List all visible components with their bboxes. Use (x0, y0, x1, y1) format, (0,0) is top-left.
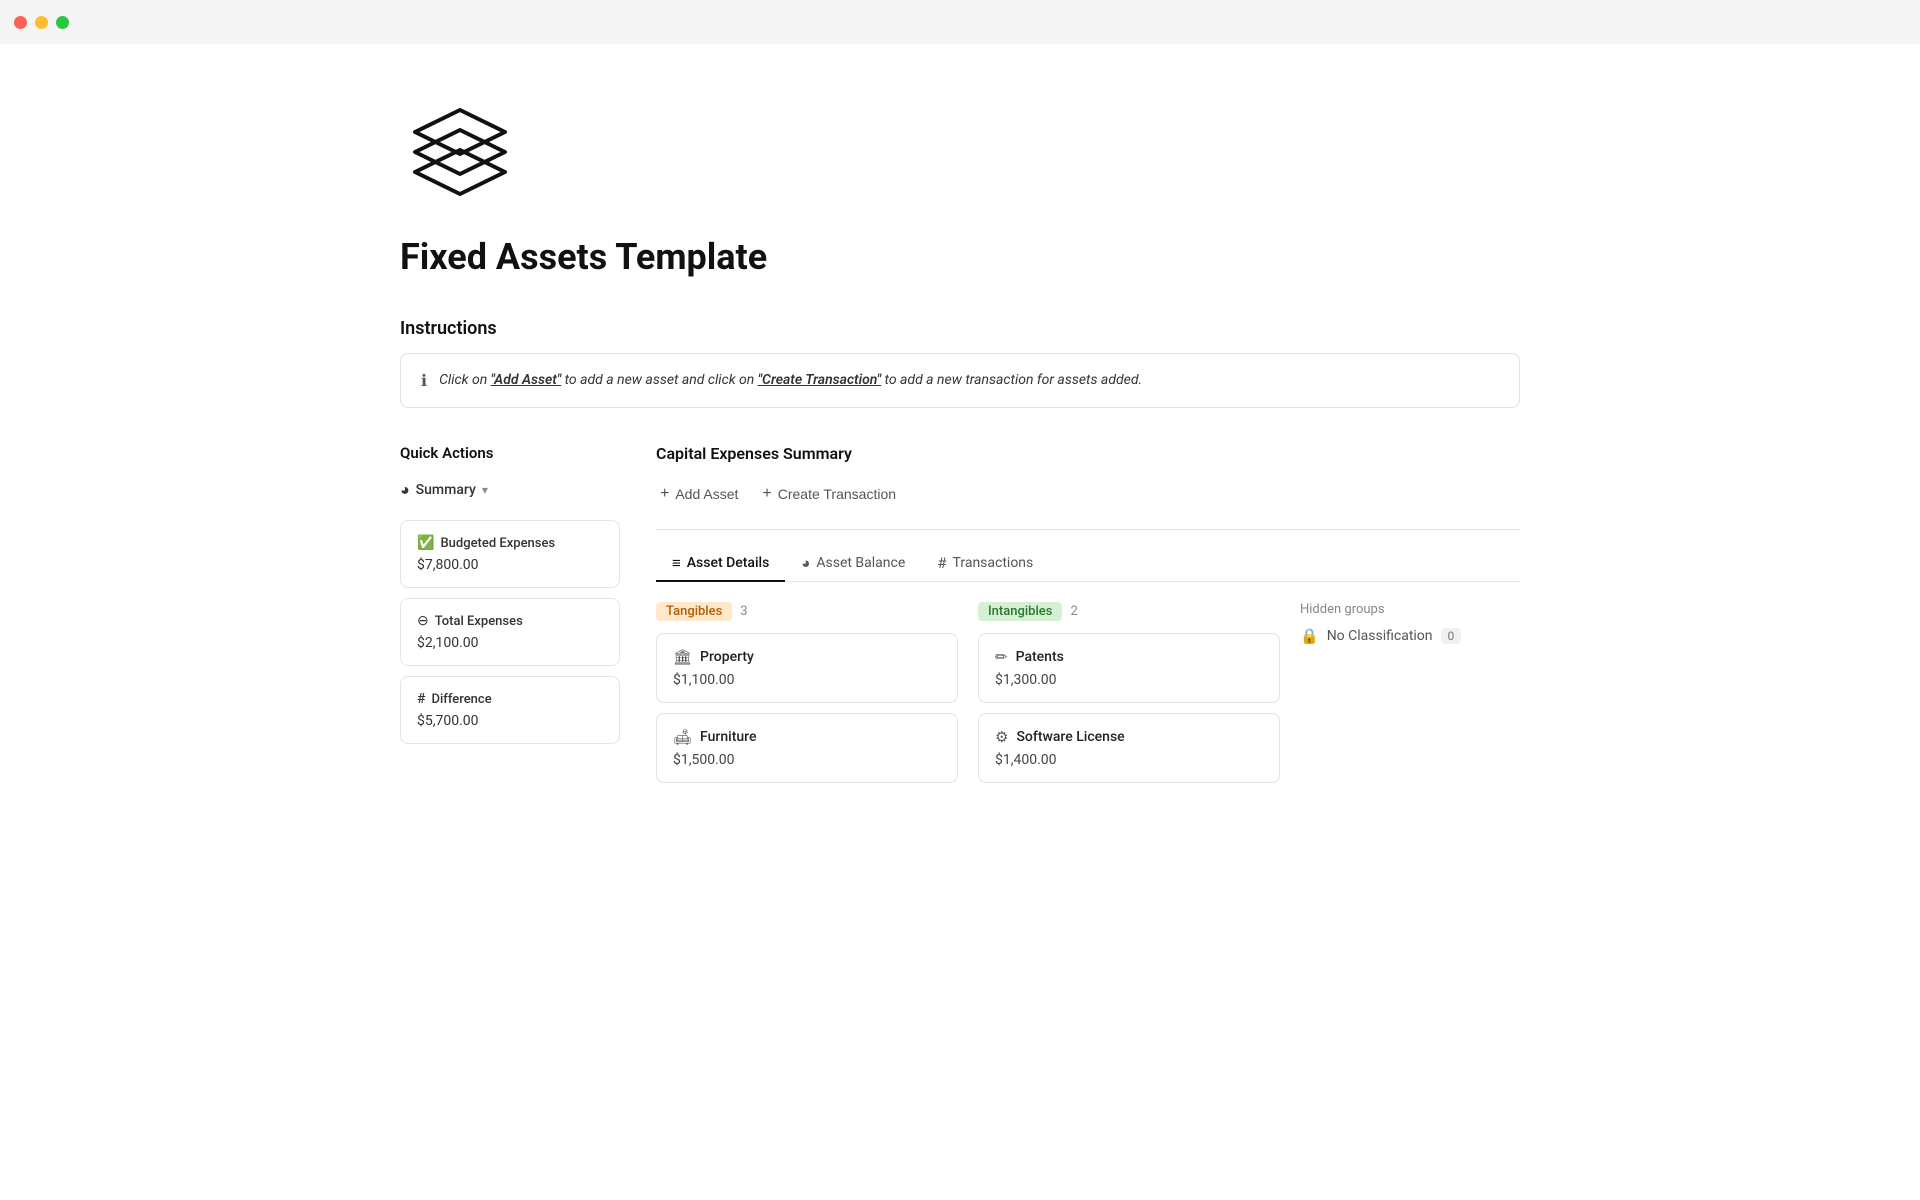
layers-logo-icon (400, 84, 520, 204)
patents-icon: ✏ (995, 648, 1008, 666)
info-text: Click on "Add Asset" to add a new asset … (439, 370, 1142, 391)
tab-asset-details-label: Asset Details (687, 555, 770, 571)
budgeted-expenses-value: $7,800.00 (417, 557, 603, 573)
tab-asset-balance-label: Asset Balance (816, 555, 905, 571)
tab-asset-details[interactable]: ≡ Asset Details (656, 546, 785, 582)
chart-icon: ◕ (400, 480, 410, 500)
tangibles-header: Tangibles 3 (656, 602, 958, 621)
content-heading: Capital Expenses Summary (656, 444, 1520, 463)
intangibles-count: 2 (1070, 604, 1077, 619)
total-expenses-value: $2,100.00 (417, 635, 603, 651)
plus-icon: + (660, 485, 669, 503)
two-col-layout: Quick Actions ◕ Summary ▾ ✅ Budgeted Exp… (400, 444, 1520, 793)
asset-card-property[interactable]: 🏛 Property $1,100.00 (656, 633, 958, 703)
tab-asset-balance[interactable]: ◕ Asset Balance (785, 546, 921, 582)
info-icon: ℹ (421, 371, 427, 390)
create-transaction-button[interactable]: + Create Transaction (758, 479, 900, 509)
stat-card-difference: # Difference $5,700.00 (400, 676, 620, 744)
software-license-value: $1,400.00 (995, 752, 1263, 768)
intangibles-header: Intangibles 2 (978, 602, 1280, 621)
plus-icon-2: + (762, 485, 771, 503)
intangibles-badge: Intangibles (978, 602, 1062, 621)
check-icon: ✅ (417, 535, 434, 551)
pie-icon: ◕ (801, 554, 810, 572)
maximize-button[interactable] (56, 16, 69, 29)
close-button[interactable] (14, 16, 27, 29)
titlebar (0, 0, 1920, 44)
asset-card-software-license[interactable]: ⚙ Software License $1,400.00 (978, 713, 1280, 783)
logo-area (400, 84, 1520, 208)
stat-card-budgeted: ✅ Budgeted Expenses $7,800.00 (400, 520, 620, 588)
hidden-groups-label: Hidden groups (1300, 602, 1520, 617)
furniture-icon: 🛋 (673, 728, 692, 746)
patents-value: $1,300.00 (995, 672, 1263, 688)
quick-actions-heading: Quick Actions (400, 444, 620, 462)
hidden-groups: Hidden groups 🔒 No Classification 0 (1300, 602, 1520, 645)
property-icon: 🏛 (673, 648, 692, 666)
property-value: $1,100.00 (673, 672, 941, 688)
create-transaction-label: Create Transaction (778, 486, 896, 502)
asset-card-patents[interactable]: ✏ Patents $1,300.00 (978, 633, 1280, 703)
divider (656, 529, 1520, 530)
property-name: Property (700, 649, 754, 665)
tangibles-count: 3 (740, 604, 747, 619)
instructions-heading: Instructions (400, 318, 1520, 339)
budgeted-expenses-label: Budgeted Expenses (440, 536, 555, 551)
hash-icon-tab: # (937, 554, 946, 572)
add-asset-label: Add Asset (675, 486, 738, 502)
action-bar: + Add Asset + Create Transaction (656, 479, 1520, 509)
table-icon: ≡ (672, 554, 681, 572)
difference-value: $5,700.00 (417, 713, 603, 729)
tabs: ≡ Asset Details ◕ Asset Balance # Transa… (656, 546, 1520, 582)
page-title: Fixed Assets Template (400, 236, 1520, 278)
asset-card-furniture[interactable]: 🛋 Furniture $1,500.00 (656, 713, 958, 783)
hash-icon: # (417, 691, 425, 707)
total-expenses-label: Total Expenses (435, 614, 523, 629)
stat-card-total: ⊖ Total Expenses $2,100.00 (400, 598, 620, 666)
groups-area: Tangibles 3 🏛 Property $1,100.00 🛋 (656, 602, 1520, 793)
main-content: Capital Expenses Summary + Add Asset + C… (656, 444, 1520, 793)
tangibles-group: Tangibles 3 🏛 Property $1,100.00 🛋 (656, 602, 958, 793)
furniture-value: $1,500.00 (673, 752, 941, 768)
tangibles-badge: Tangibles (656, 602, 732, 621)
patents-name: Patents (1016, 649, 1064, 665)
sidebar: Quick Actions ◕ Summary ▾ ✅ Budgeted Exp… (400, 444, 620, 754)
minus-circle-icon: ⊖ (417, 613, 429, 629)
no-classification: 🔒 No Classification 0 (1300, 627, 1520, 645)
difference-label: Difference (431, 692, 491, 707)
add-asset-button[interactable]: + Add Asset (656, 479, 742, 509)
page-content: Fixed Assets Template Instructions ℹ Cli… (320, 44, 1600, 853)
tab-transactions-label: Transactions (953, 555, 1034, 571)
summary-label: Summary (416, 482, 476, 498)
furniture-name: Furniture (700, 729, 756, 745)
minimize-button[interactable] (35, 16, 48, 29)
lock-icon: 🔒 (1300, 627, 1319, 645)
software-license-name: Software License (1016, 729, 1124, 745)
tab-transactions[interactable]: # Transactions (921, 546, 1049, 582)
info-box: ℹ Click on "Add Asset" to add a new asse… (400, 353, 1520, 408)
no-classification-label: No Classification (1327, 628, 1433, 644)
summary-toggle[interactable]: ◕ Summary ▾ (400, 476, 620, 504)
intangibles-group: Intangibles 2 ✏ Patents $1,300.00 ⚙ (978, 602, 1280, 793)
chevron-down-icon: ▾ (482, 483, 488, 497)
software-icon: ⚙ (995, 728, 1008, 746)
no-classification-count: 0 (1441, 628, 1462, 644)
